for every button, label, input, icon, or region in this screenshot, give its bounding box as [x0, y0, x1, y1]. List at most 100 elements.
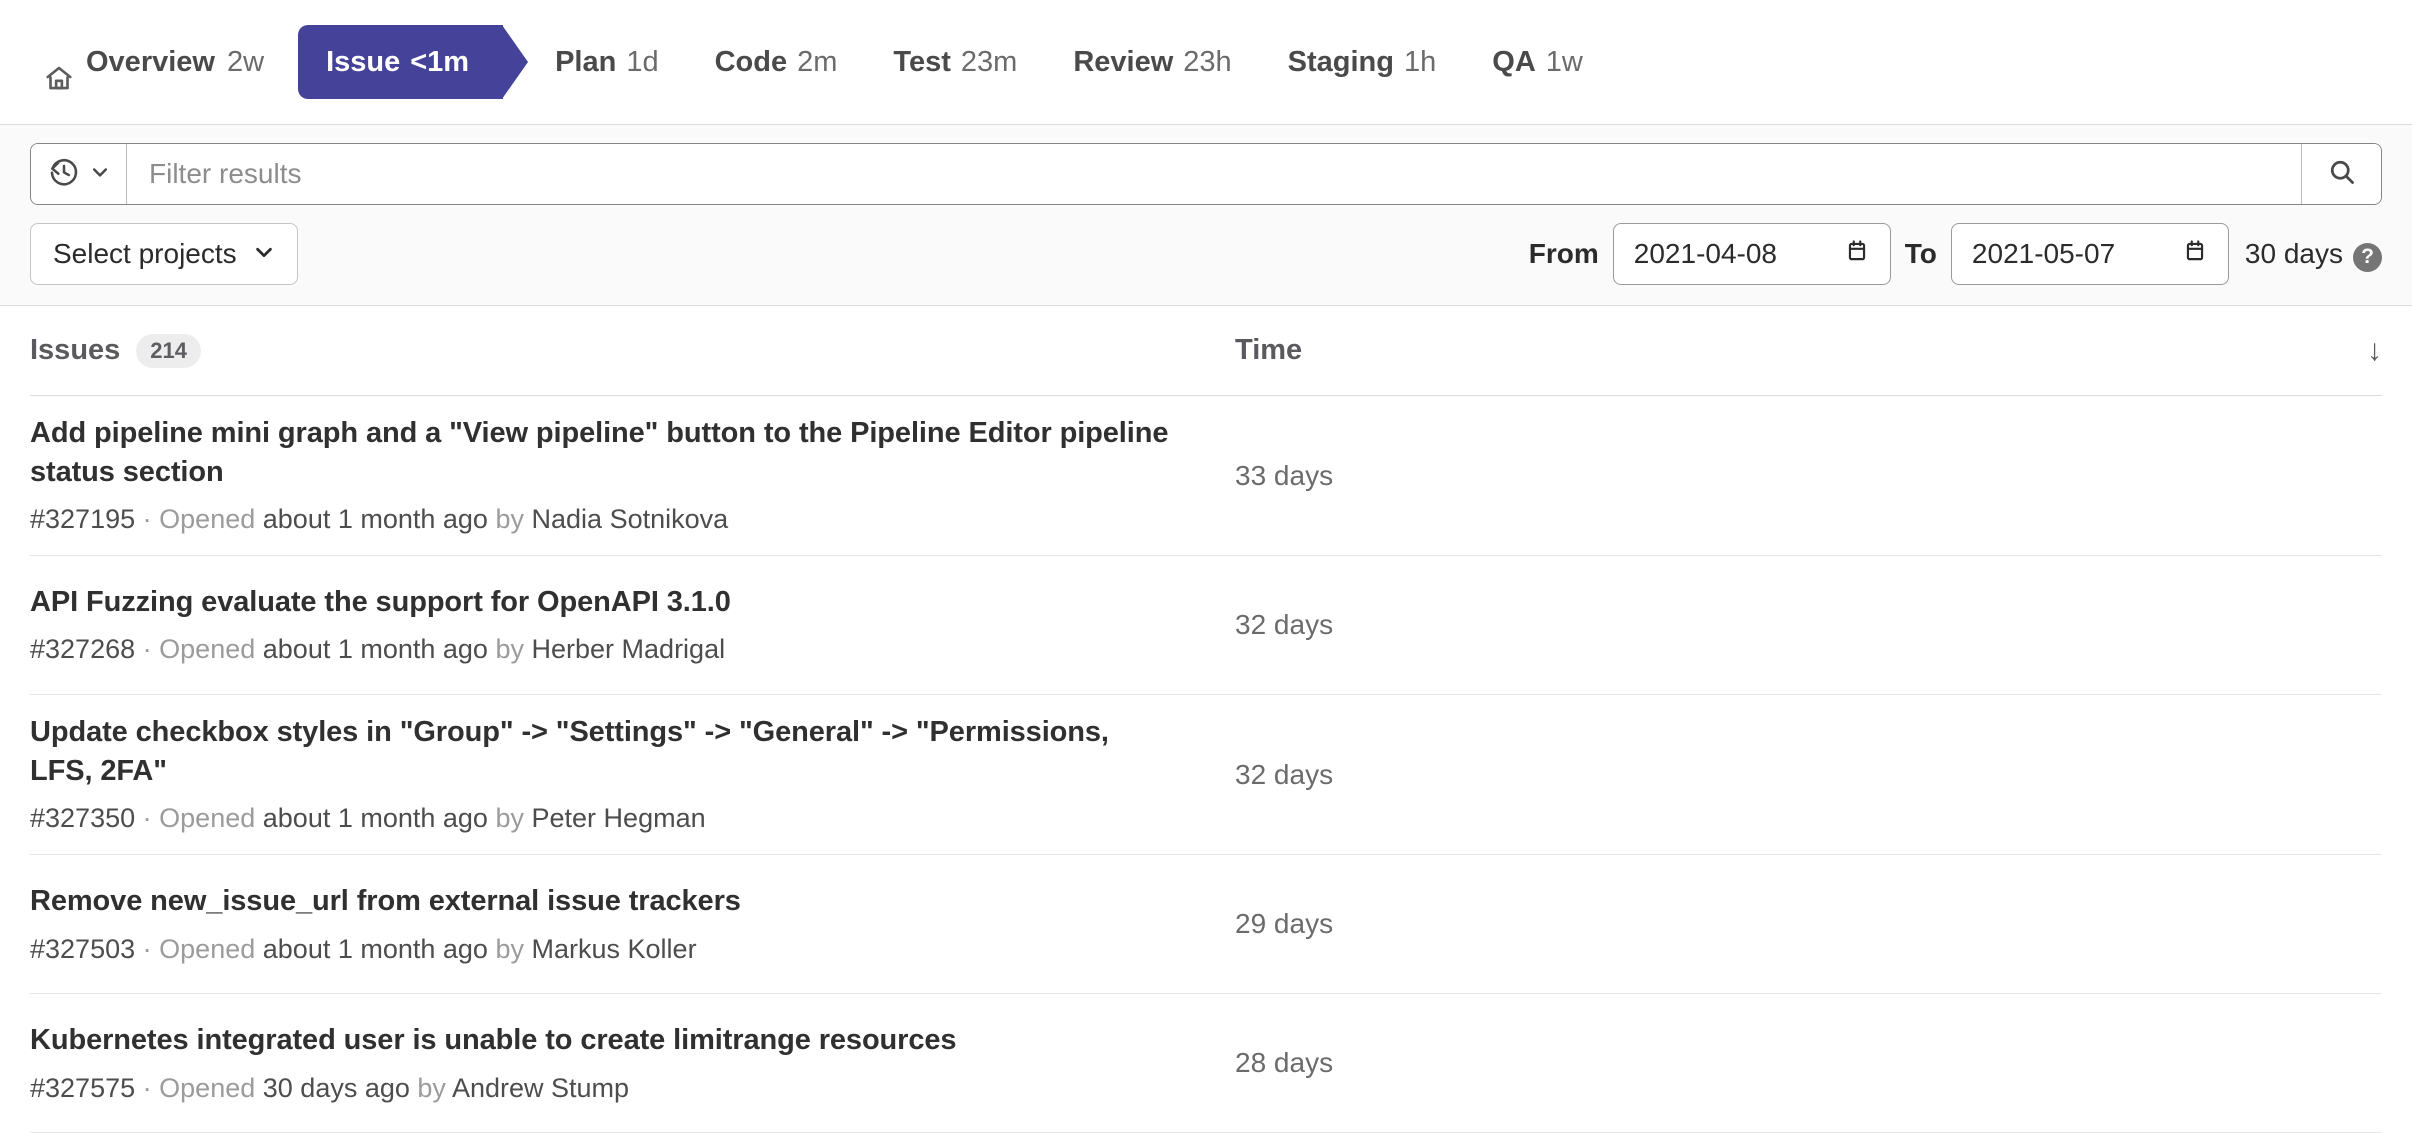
issue-by-label: by — [495, 504, 524, 534]
meta-separator: · — [143, 504, 152, 534]
date-range-controls: From 2021-04-08 To 2021-05-07 — [1515, 223, 2382, 285]
issue-meta: #327268 · Opened about 1 month ago by He… — [30, 632, 1175, 667]
issue-meta: #327575 · Opened 30 days ago by Andrew S… — [30, 1071, 1175, 1106]
issue-meta: #327503 · Opened about 1 month ago by Ma… — [30, 932, 1175, 967]
meta-separator: · — [143, 1073, 152, 1103]
issue-title[interactable]: Kubernetes integrated user is unable to … — [30, 1021, 1175, 1060]
meta-separator: · — [143, 934, 152, 964]
issue-author: Peter Hegman — [532, 803, 706, 833]
tab-staging[interactable]: Staging 1h — [1260, 26, 1465, 98]
from-date-input[interactable]: 2021-04-08 — [1613, 223, 1891, 285]
tab-qa[interactable]: QA 1w — [1464, 26, 1611, 98]
tab-review[interactable]: Review 23h — [1045, 26, 1259, 98]
from-label: From — [1515, 238, 1613, 270]
issue-author: Herber Madrigal — [532, 634, 726, 664]
issue-summary: Remove new_issue_url from external issue… — [30, 882, 1235, 967]
issue-id: #327503 — [30, 934, 135, 964]
issue-by-label: by — [495, 634, 524, 664]
table-row[interactable]: Remove new_issue_url from external issue… — [30, 855, 2382, 994]
issue-id: #327350 — [30, 803, 135, 833]
tab-value: 1w — [1546, 26, 1583, 98]
issue-id: #327268 — [30, 634, 135, 664]
chevron-down-icon — [90, 162, 110, 187]
table-row[interactable]: Kubernetes integrated user is unable to … — [30, 994, 2382, 1133]
issue-age: about 1 month ago — [263, 504, 488, 534]
calendar-icon[interactable] — [2182, 238, 2208, 271]
issue-by-label: by — [495, 803, 524, 833]
issues-column-header: Issues 214 — [30, 334, 1235, 368]
issue-title[interactable]: Update checkbox styles in "Group" -> "Se… — [30, 713, 1175, 790]
issue-summary: API Fuzzing evaluate the support for Ope… — [30, 583, 1235, 668]
issue-opened-label: Opened — [159, 1073, 255, 1103]
issue-summary: Update checkbox styles in "Group" -> "Se… — [30, 713, 1235, 836]
issue-opened-label: Opened — [159, 634, 255, 664]
filter-controls-row: Select projects From 2021-04-08 — [30, 223, 2382, 285]
issue-by-label: by — [417, 1073, 446, 1103]
table-row[interactable]: API Fuzzing evaluate the support for Ope… — [30, 556, 2382, 695]
issue-age: about 1 month ago — [263, 803, 488, 833]
tab-label: Overview — [86, 26, 215, 98]
tab-value: <1m — [410, 25, 469, 99]
tab-issue[interactable]: Issue <1m — [298, 25, 503, 99]
tab-label: Code — [715, 26, 788, 98]
issue-opened-label: Opened — [159, 934, 255, 964]
home-icon — [44, 48, 74, 78]
issue-meta: #327350 · Opened about 1 month ago by Pe… — [30, 801, 1175, 836]
tab-plan[interactable]: Plan 1d — [527, 26, 687, 98]
issue-id: #327575 — [30, 1073, 135, 1103]
issue-author: Markus Koller — [532, 934, 697, 964]
search-input[interactable] — [127, 144, 2301, 204]
issue-opened-label: Opened — [159, 504, 255, 534]
select-projects-dropdown[interactable]: Select projects — [30, 223, 298, 285]
tab-code[interactable]: Code 2m — [687, 26, 866, 98]
issues-header-label: Issues — [30, 334, 120, 367]
from-date-value: 2021-04-08 — [1634, 238, 1777, 270]
chevron-down-icon — [253, 238, 275, 270]
arrow-down-icon[interactable]: ↓ — [2342, 334, 2382, 368]
meta-separator: · — [143, 634, 152, 664]
issue-author: Andrew Stump — [452, 1073, 629, 1103]
search-submit-button[interactable] — [2301, 144, 2381, 204]
issues-count-badge: 214 — [136, 334, 201, 368]
tab-label: Test — [893, 26, 950, 98]
issue-summary: Add pipeline mini graph and a "View pipe… — [30, 414, 1235, 537]
issue-age: 30 days ago — [263, 1073, 410, 1103]
issue-time: 32 days — [1235, 759, 2342, 791]
table-header-row: Issues 214 Time ↓ — [30, 306, 2382, 396]
tab-value: 2w — [227, 26, 264, 98]
tab-value: 1d — [626, 26, 658, 98]
issue-time: 29 days — [1235, 908, 2342, 940]
tab-label: Plan — [555, 26, 616, 98]
issue-title[interactable]: API Fuzzing evaluate the support for Ope… — [30, 583, 1175, 622]
tab-label: Issue — [326, 25, 400, 99]
select-projects-label: Select projects — [53, 238, 237, 270]
tab-test[interactable]: Test 23m — [865, 26, 1045, 98]
issues-table: Issues 214 Time ↓ Add pipeline mini grap… — [0, 306, 2412, 1133]
issue-age: about 1 month ago — [263, 634, 488, 664]
filter-panel: Select projects From 2021-04-08 — [0, 124, 2412, 306]
issue-title[interactable]: Add pipeline mini graph and a "View pipe… — [30, 414, 1175, 491]
tab-label: Review — [1073, 26, 1173, 98]
issue-title[interactable]: Remove new_issue_url from external issue… — [30, 882, 1175, 921]
issue-time: 33 days — [1235, 460, 2342, 492]
issue-time: 28 days — [1235, 1047, 2342, 1079]
table-row[interactable]: Update checkbox styles in "Group" -> "Se… — [30, 695, 2382, 855]
issue-age: about 1 month ago — [263, 934, 488, 964]
tab-overview[interactable]: Overview 2w — [44, 26, 298, 98]
question-mark-icon[interactable]: ? — [2353, 243, 2382, 272]
tab-value: 23h — [1183, 26, 1231, 98]
to-date-input[interactable]: 2021-05-07 — [1951, 223, 2229, 285]
issue-time: 32 days — [1235, 609, 2342, 641]
stage-tab-bar: Overview 2w Issue <1m Plan 1d Code 2m Te… — [0, 0, 2412, 124]
time-column-header: Time — [1235, 334, 2342, 367]
issue-author: Nadia Sotnikova — [532, 504, 729, 534]
recent-searches-button[interactable] — [31, 144, 127, 204]
tab-value: 23m — [961, 26, 1017, 98]
to-date-value: 2021-05-07 — [1972, 238, 2115, 270]
issue-by-label: by — [495, 934, 524, 964]
issue-meta: #327195 · Opened about 1 month ago by Na… — [30, 502, 1175, 537]
calendar-icon[interactable] — [1844, 238, 1870, 271]
issue-id: #327195 — [30, 504, 135, 534]
table-row[interactable]: Add pipeline mini graph and a "View pipe… — [30, 396, 2382, 556]
tab-value: 2m — [797, 26, 837, 98]
